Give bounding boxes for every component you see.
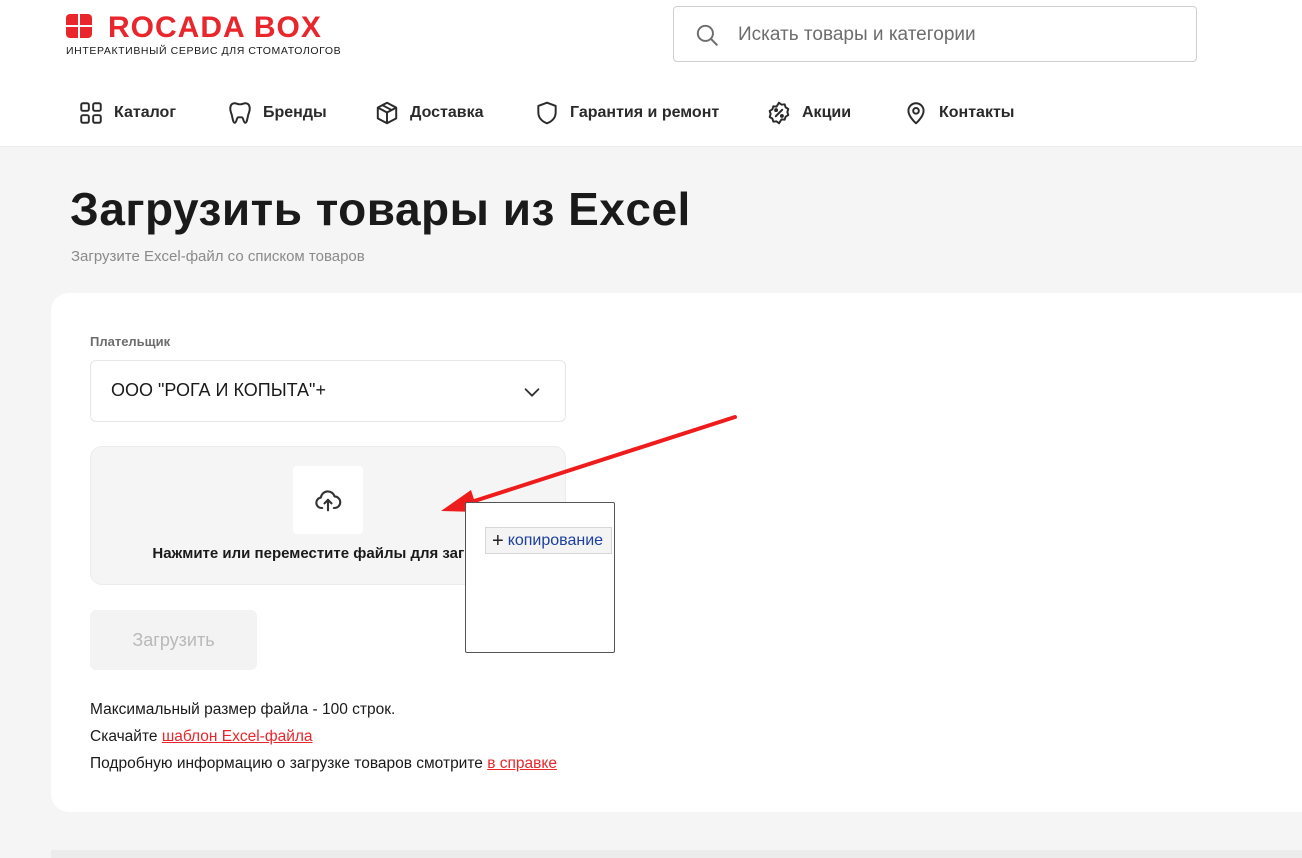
tooth-icon xyxy=(229,102,251,124)
drag-copy-label: копирование xyxy=(507,531,604,549)
footer-strip xyxy=(51,850,1302,858)
payer-label: Плательщик xyxy=(90,334,171,349)
page-subtitle: Загрузите Excel-файл со списком товаров xyxy=(71,248,365,265)
upload-icon-box[interactable] xyxy=(293,466,363,534)
nav-item-label: Акции xyxy=(802,104,852,121)
info-help-line: Подробную информацию о загрузке товаров … xyxy=(90,750,557,777)
info-template-line: Скачайте шаблон Excel-файла xyxy=(90,723,557,750)
upload-button[interactable]: Загрузить xyxy=(90,610,257,670)
upload-card: Плательщик ООО "РОГА И КОПЫТА"+ Нажмите … xyxy=(51,293,1302,812)
chevron-down-icon xyxy=(524,388,540,397)
grid-icon xyxy=(80,102,102,124)
help-link[interactable]: в справке xyxy=(487,755,557,772)
drag-ghost xyxy=(465,502,615,653)
nav-item-catalog[interactable]: Каталог xyxy=(78,98,176,128)
template-link[interactable]: шаблон Excel-файла xyxy=(162,728,313,745)
discount-icon xyxy=(768,101,790,125)
nav-item-delivery[interactable]: Доставка xyxy=(374,98,484,128)
nav-item-contacts[interactable]: Контакты xyxy=(903,98,1014,128)
plus-icon: + xyxy=(492,529,504,552)
search-input[interactable] xyxy=(736,7,1180,63)
drag-copy-tooltip: + копирование xyxy=(485,527,613,554)
nav-item-brands[interactable]: Бренды xyxy=(227,98,327,128)
search-box[interactable] xyxy=(673,6,1197,63)
cloud-upload-icon xyxy=(315,490,342,512)
info-template-prefix: Скачайте xyxy=(90,728,162,745)
nav-item-label: Доставка xyxy=(410,104,484,121)
page-title: Загрузить товары из Excel xyxy=(70,183,691,235)
info-help-prefix: Подробную информацию о загрузке товаров … xyxy=(90,755,488,772)
nav-item-label: Контакты xyxy=(939,104,1015,121)
nav-item-label: Бренды xyxy=(263,104,327,121)
payer-select[interactable]: ООО "РОГА И КОПЫТА"+ xyxy=(90,360,566,422)
payer-value: ООО "РОГА И КОПЫТА"+ xyxy=(111,380,326,400)
logo-tagline: ИНТЕРАКТИВНЫЙ СЕРВИС ДЛЯ СТОМАТОЛОГОВ xyxy=(66,45,342,57)
site-header: ROCADA BOX ИНТЕРАКТИВНЫЙ СЕРВИС ДЛЯ СТОМ… xyxy=(0,0,1302,147)
nav-item-label: Каталог xyxy=(114,104,176,121)
nav-item-promotions[interactable]: Акции xyxy=(766,98,851,128)
logo-mark-icon xyxy=(66,14,94,40)
nav-item-label: Гарантия и ремонт xyxy=(570,104,720,121)
logo-text: ROCADA BOX xyxy=(108,11,322,44)
location-pin-icon xyxy=(907,102,925,125)
box-icon xyxy=(376,101,398,125)
shield-icon xyxy=(537,101,557,125)
search-icon xyxy=(696,24,718,46)
nav-item-warranty[interactable]: Гарантия и ремонт xyxy=(534,98,719,128)
info-max-size: Максимальный размер файла - 100 строк. xyxy=(90,701,396,718)
upload-info: Максимальный размер файла - 100 строк. С… xyxy=(90,696,557,777)
